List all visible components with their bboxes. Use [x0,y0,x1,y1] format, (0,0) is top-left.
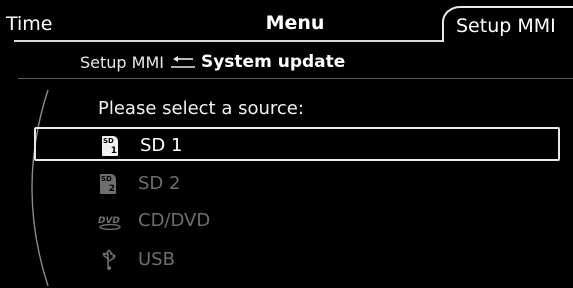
source-item-usb[interactable]: USB [34,243,560,277]
breadcrumb-current: System update [200,52,346,72]
sd-card-2-icon: SD 2 [100,174,116,194]
source-item-label: CD/DVD [138,210,211,231]
source-item-label: SD 1 [140,135,183,156]
source-prompt: Please select a source: [98,98,304,119]
breadcrumb-divider [18,78,573,79]
tab-setup-mmi[interactable]: Setup MMI [442,6,573,42]
sd-card-1-icon: SD 1 [102,136,118,156]
return-arrow-icon [169,55,197,69]
usb-icon [98,249,120,271]
tab-time[interactable]: Time [6,13,53,35]
breadcrumb: Setup MMI System update [0,42,573,80]
source-item-label: SD 2 [138,173,181,194]
tab-setup-mmi-label: Setup MMI [456,15,556,37]
tab-menu[interactable]: Menu [250,12,340,34]
dvd-icon: DVD [98,210,121,232]
source-item-label: USB [138,249,175,270]
source-item-sd1[interactable]: SD 1 SD 1 [34,127,560,161]
breadcrumb-parent[interactable]: Setup MMI [80,53,164,72]
source-item-cd-dvd[interactable]: DVD CD/DVD [34,204,560,238]
tab-bar: Time Menu Setup MMI [0,0,573,42]
source-item-sd2[interactable]: SD 2 SD 2 [34,167,560,201]
